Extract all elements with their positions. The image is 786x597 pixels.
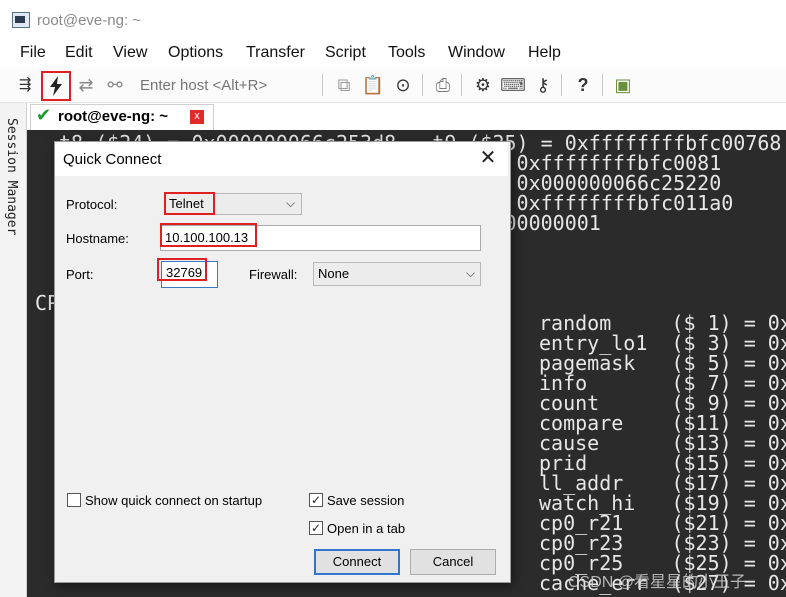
menu-file[interactable]: File bbox=[20, 44, 46, 62]
session-tab-label: root@eve-ng: ~ bbox=[58, 108, 169, 125]
sftp-icon[interactable]: ▣ bbox=[610, 72, 636, 98]
register-line: prid ($15) = 0x bbox=[539, 451, 786, 475]
print-icon[interactable]: ⎙ bbox=[430, 72, 456, 98]
show-on-startup-label: Show quick connect on startup bbox=[85, 493, 263, 508]
register-line: cp0_r21 ($21) = 0x bbox=[539, 511, 786, 535]
disconnect-icon[interactable]: ⚯ bbox=[102, 72, 128, 98]
menu-transfer[interactable]: Transfer bbox=[246, 44, 305, 62]
toolbar-separator bbox=[461, 74, 462, 96]
hostname-highlight bbox=[160, 223, 257, 247]
toolbar-separator bbox=[322, 74, 323, 96]
register-line: info ($ 7) = 0x bbox=[539, 371, 786, 395]
register-line: compare ($11) = 0x bbox=[539, 411, 786, 435]
open-in-tab-checkbox[interactable]: ✓ bbox=[309, 521, 323, 535]
watermark: CSDN @看星星的小王子 bbox=[568, 574, 747, 591]
register-line: cause ($13) = 0x bbox=[539, 431, 786, 455]
save-session-checkbox[interactable]: ✓ bbox=[309, 493, 323, 507]
protocol-label: Protocol: bbox=[66, 197, 118, 212]
menu-window[interactable]: Window bbox=[448, 44, 505, 62]
toolbar-separator bbox=[561, 74, 562, 96]
register-line: cp0_r23 ($23) = 0x bbox=[539, 531, 786, 555]
register-line: random ($ 1) = 0x bbox=[539, 311, 786, 335]
find-icon[interactable]: ⊙ bbox=[390, 72, 416, 98]
dialog-title: Quick Connect bbox=[63, 151, 162, 168]
chevron-down-icon: ⌵ bbox=[286, 196, 296, 210]
register-line: ll_addr ($17) = 0x bbox=[539, 471, 786, 495]
copy-icon[interactable]: ⧉ bbox=[331, 72, 357, 98]
host-input[interactable] bbox=[132, 74, 324, 96]
close-icon[interactable]: ✕ bbox=[478, 148, 498, 168]
cancel-button[interactable]: Cancel bbox=[410, 549, 496, 575]
window-title: root@eve-ng: ~ bbox=[37, 12, 142, 29]
toolbar-separator bbox=[422, 74, 423, 96]
toolbar: ⇶ ⇄ ⚯ ⧉ 📋 ⊙ ⎙ ⚙ ⌨ ⚷ ? ▣ bbox=[0, 68, 786, 103]
protocol-highlight bbox=[164, 192, 215, 215]
connect-button[interactable]: Connect bbox=[314, 549, 400, 575]
session-manager-tab[interactable]: Session Manager bbox=[4, 118, 19, 235]
save-session-label: Save session bbox=[327, 493, 405, 508]
menu-options[interactable]: Options bbox=[168, 44, 223, 62]
menu-view[interactable]: View bbox=[113, 44, 147, 62]
settings-icon[interactable]: ⚙ bbox=[470, 72, 496, 98]
paste-icon[interactable]: 📋 bbox=[360, 72, 386, 98]
reconnect-icon[interactable]: ⇄ bbox=[73, 72, 99, 98]
open-in-tab-label: Open in a tab bbox=[327, 521, 406, 536]
port-label: Port: bbox=[66, 267, 94, 282]
keymap-icon[interactable]: ⌨ bbox=[500, 72, 526, 98]
register-line: entry_lo1 ($ 3) = 0x bbox=[539, 331, 786, 355]
register-line: count ($ 9) = 0x bbox=[539, 391, 786, 415]
show-on-startup-checkbox[interactable] bbox=[67, 493, 81, 507]
check-icon: ✔ bbox=[36, 105, 52, 125]
toolbar-separator bbox=[602, 74, 603, 96]
menu-edit[interactable]: Edit bbox=[65, 44, 93, 62]
port-highlight bbox=[157, 258, 207, 281]
menu-tools[interactable]: Tools bbox=[388, 44, 425, 62]
menu-script[interactable]: Script bbox=[325, 44, 366, 62]
firewall-value: None bbox=[318, 266, 350, 281]
chevron-down-icon: ⌵ bbox=[466, 266, 476, 280]
key-icon[interactable]: ⚷ bbox=[530, 72, 556, 98]
menu-help[interactable]: Help bbox=[528, 44, 561, 62]
register-line: pagemask ($ 5) = 0x bbox=[539, 351, 786, 375]
hostname-label: Hostname: bbox=[66, 231, 129, 246]
quick-connect-icon[interactable] bbox=[41, 71, 71, 101]
firewall-select[interactable]: None bbox=[313, 262, 481, 286]
help-icon[interactable]: ? bbox=[570, 72, 596, 98]
tab-close-button[interactable]: x bbox=[190, 110, 204, 124]
app-icon bbox=[12, 12, 30, 28]
menu-bar: File Edit View Options Transfer Script T… bbox=[0, 42, 786, 66]
firewall-label: Firewall: bbox=[249, 267, 298, 282]
connect-icon[interactable]: ⇶ bbox=[12, 72, 38, 98]
register-line: watch_hi ($19) = 0x bbox=[539, 491, 786, 515]
